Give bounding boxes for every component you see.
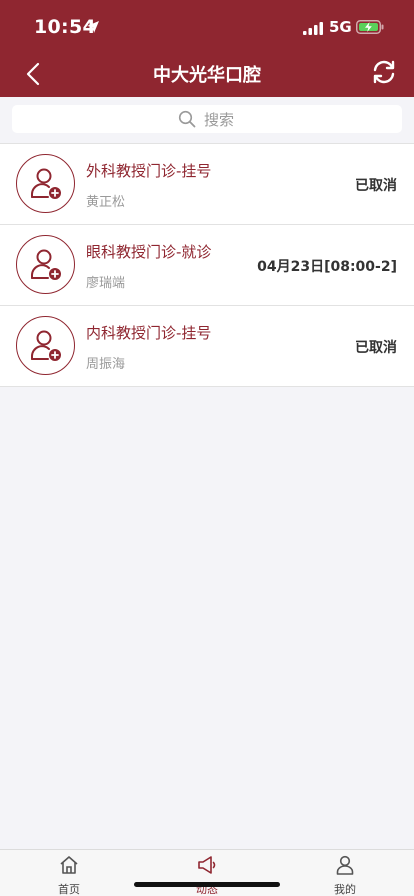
appointment-item[interactable]: 眼科教授门诊-就诊 廖瑞端 04月23日[08:00-2] — [0, 225, 414, 306]
home-icon — [60, 856, 78, 874]
appointment-title: 眼科教授门诊-就诊 — [86, 243, 212, 261]
search-placeholder: 搜索 — [204, 111, 235, 129]
battery-charging-icon — [356, 19, 384, 38]
megaphone-icon — [198, 856, 216, 874]
tab-news[interactable]: 动态 — [167, 850, 247, 896]
signal-icon — [303, 20, 323, 39]
search-icon — [178, 110, 196, 132]
avatar — [16, 235, 75, 294]
appointment-title: 内科教授门诊-挂号 — [86, 324, 212, 342]
avatar — [16, 316, 75, 375]
appointment-status: 04月23日[08:00-2] — [257, 259, 397, 275]
tab-home[interactable]: 首页 — [29, 850, 109, 896]
app-header: 10:54 5G 中大光华口腔 — [0, 0, 414, 97]
tab-label: 首页 — [58, 883, 80, 896]
page-title: 中大光华口腔 — [153, 65, 261, 86]
avatar — [16, 154, 75, 213]
location-arrow-icon — [86, 19, 100, 38]
refresh-icon[interactable] — [370, 58, 398, 86]
appointment-status: 已取消 — [355, 178, 397, 194]
tab-label: 我的 — [334, 883, 356, 896]
tab-bar: 首页 动态 我的 — [0, 849, 414, 896]
tab-profile[interactable]: 我的 — [305, 850, 385, 896]
doctor-name: 黄正松 — [86, 195, 126, 210]
network-type: 5G — [329, 18, 352, 36]
appointment-item[interactable]: 外科教授门诊-挂号 黄正松 已取消 — [0, 144, 414, 225]
appointment-list: 外科教授门诊-挂号 黄正松 已取消 眼科教授门诊-就诊 廖瑞端 04月23日[0… — [0, 143, 414, 387]
home-indicator — [134, 882, 280, 887]
doctor-name: 廖瑞端 — [86, 276, 126, 291]
appointment-status: 已取消 — [355, 340, 397, 356]
search-input[interactable]: 搜索 — [12, 105, 402, 133]
appointment-item[interactable]: 内科教授门诊-挂号 周振海 已取消 — [0, 306, 414, 387]
add-user-icon — [31, 168, 61, 199]
search-bar: 搜索 — [0, 97, 414, 143]
appointment-title: 外科教授门诊-挂号 — [86, 162, 212, 180]
doctor-name: 周振海 — [86, 357, 126, 372]
status-bar: 10:54 5G — [0, 0, 414, 48]
add-user-icon — [31, 330, 61, 361]
add-user-icon — [31, 249, 61, 280]
person-icon — [336, 855, 354, 875]
